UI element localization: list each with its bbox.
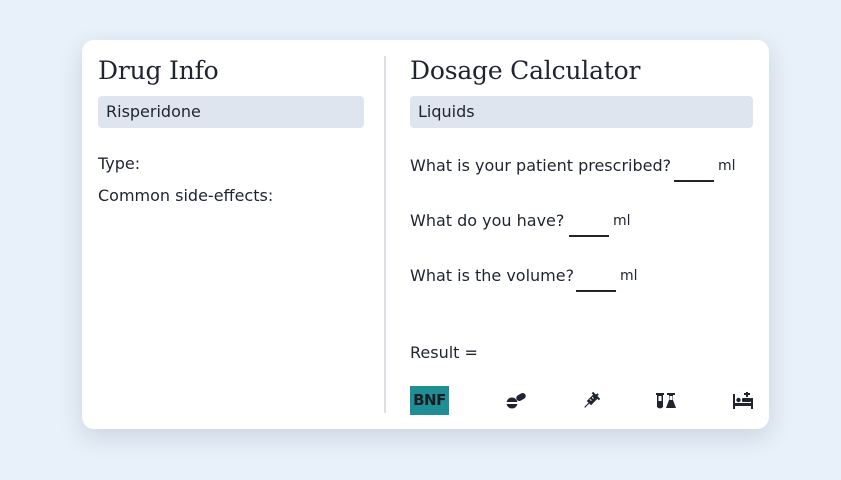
side-effects-label: Common side-effects: [98,186,274,205]
hospital-bed-button[interactable] [731,389,755,413]
bnf-button[interactable]: BNF [410,386,449,415]
hospital-bed-icon [733,392,753,409]
prescribed-question: What is your patient prescribed? [410,156,672,175]
pills-button[interactable] [504,389,528,413]
volume-unit: ml [620,268,638,284]
drug-info-title: Drug Info [98,56,219,85]
dosage-calculator-title: Dosage Calculator [410,56,641,85]
prescribed-input[interactable] [674,166,714,182]
volume-question: What is the volume? [410,266,575,285]
syringe-icon [584,391,601,408]
have-input[interactable] [569,221,609,237]
have-question: What do you have? [410,211,565,230]
volume-input[interactable] [576,276,616,292]
have-unit: ml [613,213,631,229]
flask-icon [656,393,676,409]
drug-select[interactable]: Risperidone [98,96,364,128]
syringe-button[interactable] [579,389,603,413]
type-label: Type: [98,154,141,173]
pills-icon [506,393,526,409]
panel-divider [384,56,386,413]
flask-button[interactable] [654,389,678,413]
form-select[interactable]: Liquids [410,96,753,128]
main-card: Drug Info Risperidone Type: Common side-… [82,40,769,429]
result-label: Result = [410,343,478,362]
prescribed-unit: ml [718,158,736,174]
